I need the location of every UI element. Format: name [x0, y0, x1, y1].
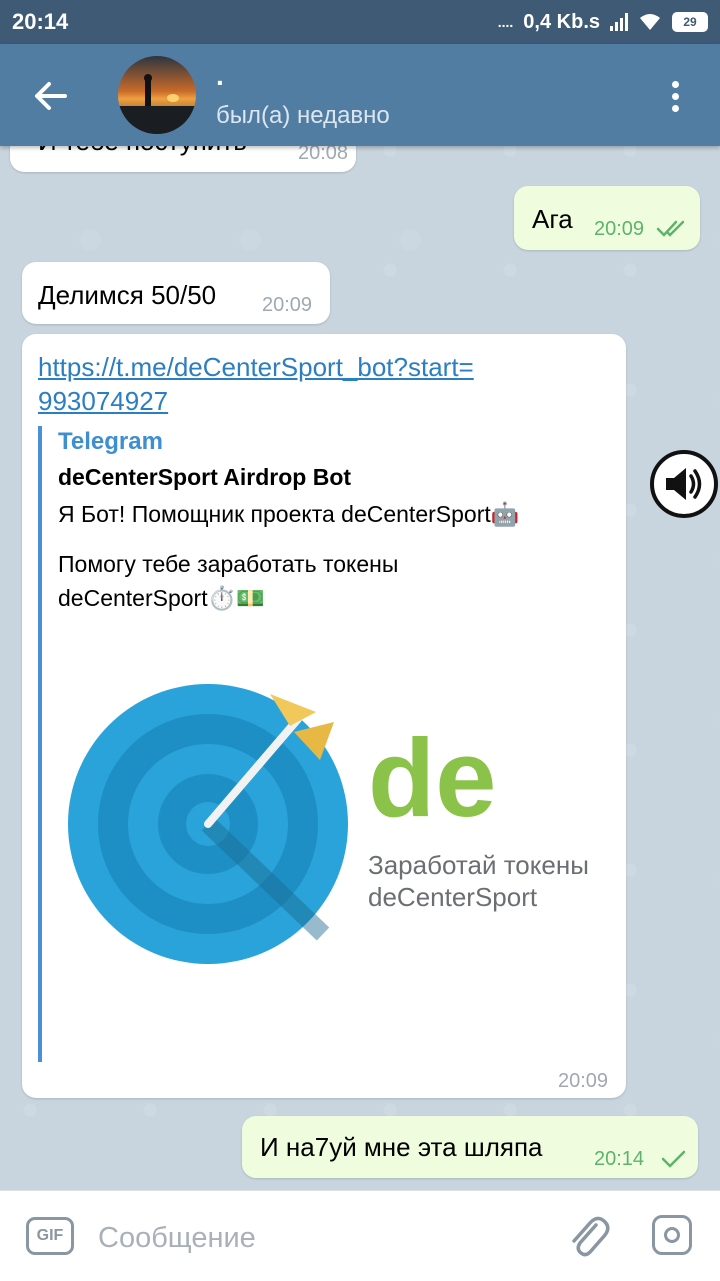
preview-title: deCenterSport Airdrop Bot [58, 464, 352, 490]
link-line-2[interactable]: 993074927 [38, 384, 474, 418]
preview-description-line-1: Я Бот! Помощник проекта deCenterSport🤖 [58, 501, 520, 527]
battery-icon: 29 [672, 12, 708, 32]
gif-button[interactable]: GIF [26, 1217, 74, 1255]
message-link-preview[interactable]: https://t.me/deCenterSport_bot?start= 99… [22, 334, 626, 1098]
preview-description-gap [58, 531, 608, 547]
chat-title: . [216, 60, 224, 91]
status-indicators: .... 0,4 Kb.s 29 [498, 11, 708, 34]
preview-site-name: Telegram [58, 428, 163, 455]
target-logo [68, 684, 348, 964]
message-text: Делимся 50/50 [38, 280, 217, 310]
volume-button[interactable] [650, 450, 718, 518]
message-time: 20:14 [594, 1148, 645, 1170]
message-input-bar: GIF [0, 1190, 720, 1281]
attach-icon[interactable] [566, 1213, 610, 1259]
status-bar: 20:14 .... 0,4 Kb.s 29 [0, 0, 720, 44]
double-check-icon [656, 220, 685, 237]
chat-header: . был(а) недавно [0, 44, 720, 146]
preview-image[interactable]: de Заработай токены deCenterSport [58, 664, 618, 984]
back-arrow-icon [35, 82, 67, 110]
status-time: 20:14 [12, 9, 69, 34]
network-speed: 0,4 Kb.s [523, 10, 600, 33]
back-button[interactable] [26, 74, 74, 118]
message-time: 20:09 [262, 294, 313, 316]
message-link[interactable]: https://t.me/deCenterSport_bot?start= 99… [38, 350, 474, 418]
more-vert-icon [671, 80, 679, 88]
message-time: 20:09 [558, 1070, 609, 1092]
message-outgoing[interactable]: Ага 20:09 [514, 186, 700, 250]
message-text: Ага [532, 204, 573, 234]
preview-description-line-2: Помогу тебе заработать токены [58, 551, 399, 577]
message-time: 20:09 [594, 218, 645, 240]
message-input[interactable] [96, 1215, 540, 1261]
image-caption-line-1: Заработай токены [368, 850, 589, 880]
message-incoming[interactable]: Делимся 50/50 20:09 [22, 262, 330, 324]
signal-icon [610, 13, 628, 31]
link-preview[interactable]: Telegram deCenterSport Airdrop Bot Я Бот… [58, 428, 608, 615]
logo-text: de [368, 717, 497, 840]
image-caption-line-2: deCenterSport [368, 882, 538, 912]
last-seen-status: был(а) недавно [216, 102, 390, 129]
more-menu-button[interactable] [660, 74, 690, 118]
avatar[interactable] [118, 56, 196, 134]
preview-accent-bar [38, 426, 42, 1062]
message-text: И на7уй мне эта шляпа [260, 1132, 543, 1162]
check-icon [661, 1150, 686, 1168]
wifi-icon [640, 14, 660, 30]
message-outgoing[interactable]: И на7уй мне эта шляпа 20:14 [242, 1116, 698, 1178]
volume-icon [666, 468, 702, 500]
camera-icon[interactable] [652, 1215, 692, 1255]
avatar-photo [118, 56, 196, 134]
preview-description-line-3: deCenterSport⏱️💵 [58, 585, 265, 611]
status-dots: .... [497, 14, 514, 30]
link-line-1[interactable]: https://t.me/deCenterSport_bot?start= [38, 350, 474, 384]
